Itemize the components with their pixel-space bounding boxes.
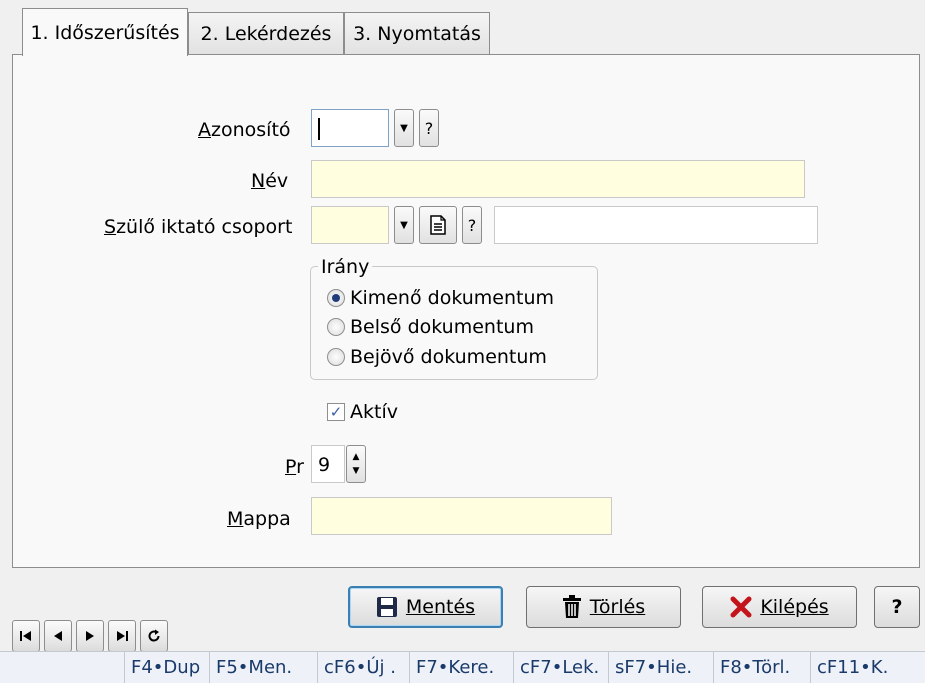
spin-down-icon[interactable]: ▼: [353, 464, 360, 478]
refresh-icon: [148, 629, 160, 642]
szulo-description-field[interactable]: [494, 206, 818, 244]
nev-label-text: év: [265, 170, 289, 192]
exit-button[interactable]: Kilépés: [702, 586, 857, 628]
fkey-f5[interactable]: F5•Men.: [209, 651, 292, 683]
last-record-icon: [117, 631, 128, 641]
szulo-document-button[interactable]: [419, 206, 457, 244]
delete-button[interactable]: Törlés: [526, 586, 681, 628]
irany-group-title: Irány: [318, 256, 373, 278]
radio-belso-label: Belső dokumentum: [350, 316, 534, 338]
mappa-label-text: appa: [243, 508, 291, 530]
radio-kimeno[interactable]: Kimenő dokumentum: [327, 286, 554, 310]
szulo-dropdown-button[interactable]: ▼: [394, 206, 414, 244]
help-button[interactable]: ?: [874, 586, 920, 628]
first-record-button[interactable]: [12, 620, 40, 652]
fkey-sf7[interactable]: sF7•Hie.: [608, 651, 692, 683]
radio-bejovo-label: Bejövő dokumentum: [350, 346, 547, 368]
document-icon: [430, 215, 446, 235]
first-record-icon: [20, 631, 31, 641]
radio-button[interactable]: [327, 348, 345, 366]
radio-belso[interactable]: Belső dokumentum: [327, 315, 534, 339]
nev-input[interactable]: [311, 160, 805, 198]
pr-value: 9: [318, 454, 331, 476]
pr-spin-buttons[interactable]: ▲ ▼: [346, 445, 366, 483]
next-record-button[interactable]: [76, 620, 104, 652]
mappa-input[interactable]: [311, 497, 612, 535]
szulo-label: Szülő iktató csoport: [104, 216, 293, 238]
spin-up-icon[interactable]: ▲: [353, 450, 360, 464]
save-button[interactable]: Mentés: [348, 586, 503, 628]
chevron-down-icon: ▼: [400, 219, 408, 231]
radio-button-checked[interactable]: [327, 289, 345, 307]
azonosito-help-button[interactable]: ?: [419, 109, 439, 147]
radio-button[interactable]: [327, 318, 345, 336]
save-button-label: Mentés: [405, 596, 476, 618]
radio-kimeno-label: Kimenő dokumentum: [350, 287, 555, 309]
pr-label: Pr: [285, 456, 304, 478]
refresh-button[interactable]: [140, 620, 168, 652]
azonosito-dropdown-button[interactable]: ▼: [394, 109, 414, 147]
pr-spinbox[interactable]: 9: [311, 445, 345, 483]
floppy-disk-icon: [376, 597, 397, 617]
szulo-input[interactable]: [311, 206, 389, 244]
fkey-cf6[interactable]: cF6•Új .: [317, 651, 396, 683]
last-record-button[interactable]: [108, 620, 136, 652]
close-x-icon: [730, 596, 752, 618]
fkey-cf11[interactable]: cF11•K.: [810, 651, 888, 683]
aktiv-checkbox[interactable]: ✓: [327, 403, 345, 421]
radio-bejovo[interactable]: Bejövő dokumentum: [327, 345, 547, 369]
pr-label-text: r: [296, 456, 304, 478]
chevron-down-icon: ▼: [400, 122, 408, 134]
exit-button-label: Kilépés: [760, 596, 829, 618]
fkey-f8[interactable]: F8•Törl.: [713, 651, 790, 683]
fkey-f7[interactable]: F7•Kere.: [409, 651, 494, 683]
fkey-cf7[interactable]: cF7•Lek.: [513, 651, 599, 683]
prev-record-button[interactable]: [44, 620, 72, 652]
text-caret: [318, 118, 320, 140]
nev-label: Név: [251, 170, 289, 192]
azonosito-label: Azonosító: [198, 119, 291, 141]
szulo-label-text: zülő iktató csoport: [116, 216, 293, 238]
next-record-icon: [86, 631, 94, 641]
mappa-label: Mappa: [227, 508, 291, 530]
aktiv-label: Aktív: [350, 401, 398, 423]
fkey-f4[interactable]: F4•Dup: [124, 651, 200, 683]
checkmark-icon: ✓: [329, 403, 343, 421]
azonosito-input[interactable]: [311, 109, 389, 147]
trash-icon: [562, 595, 581, 618]
azonosito-label-text: zonosító: [211, 119, 291, 141]
delete-button-label: Törlés: [589, 596, 646, 618]
prev-record-icon: [54, 631, 62, 641]
szulo-help-button[interactable]: ?: [462, 206, 482, 244]
